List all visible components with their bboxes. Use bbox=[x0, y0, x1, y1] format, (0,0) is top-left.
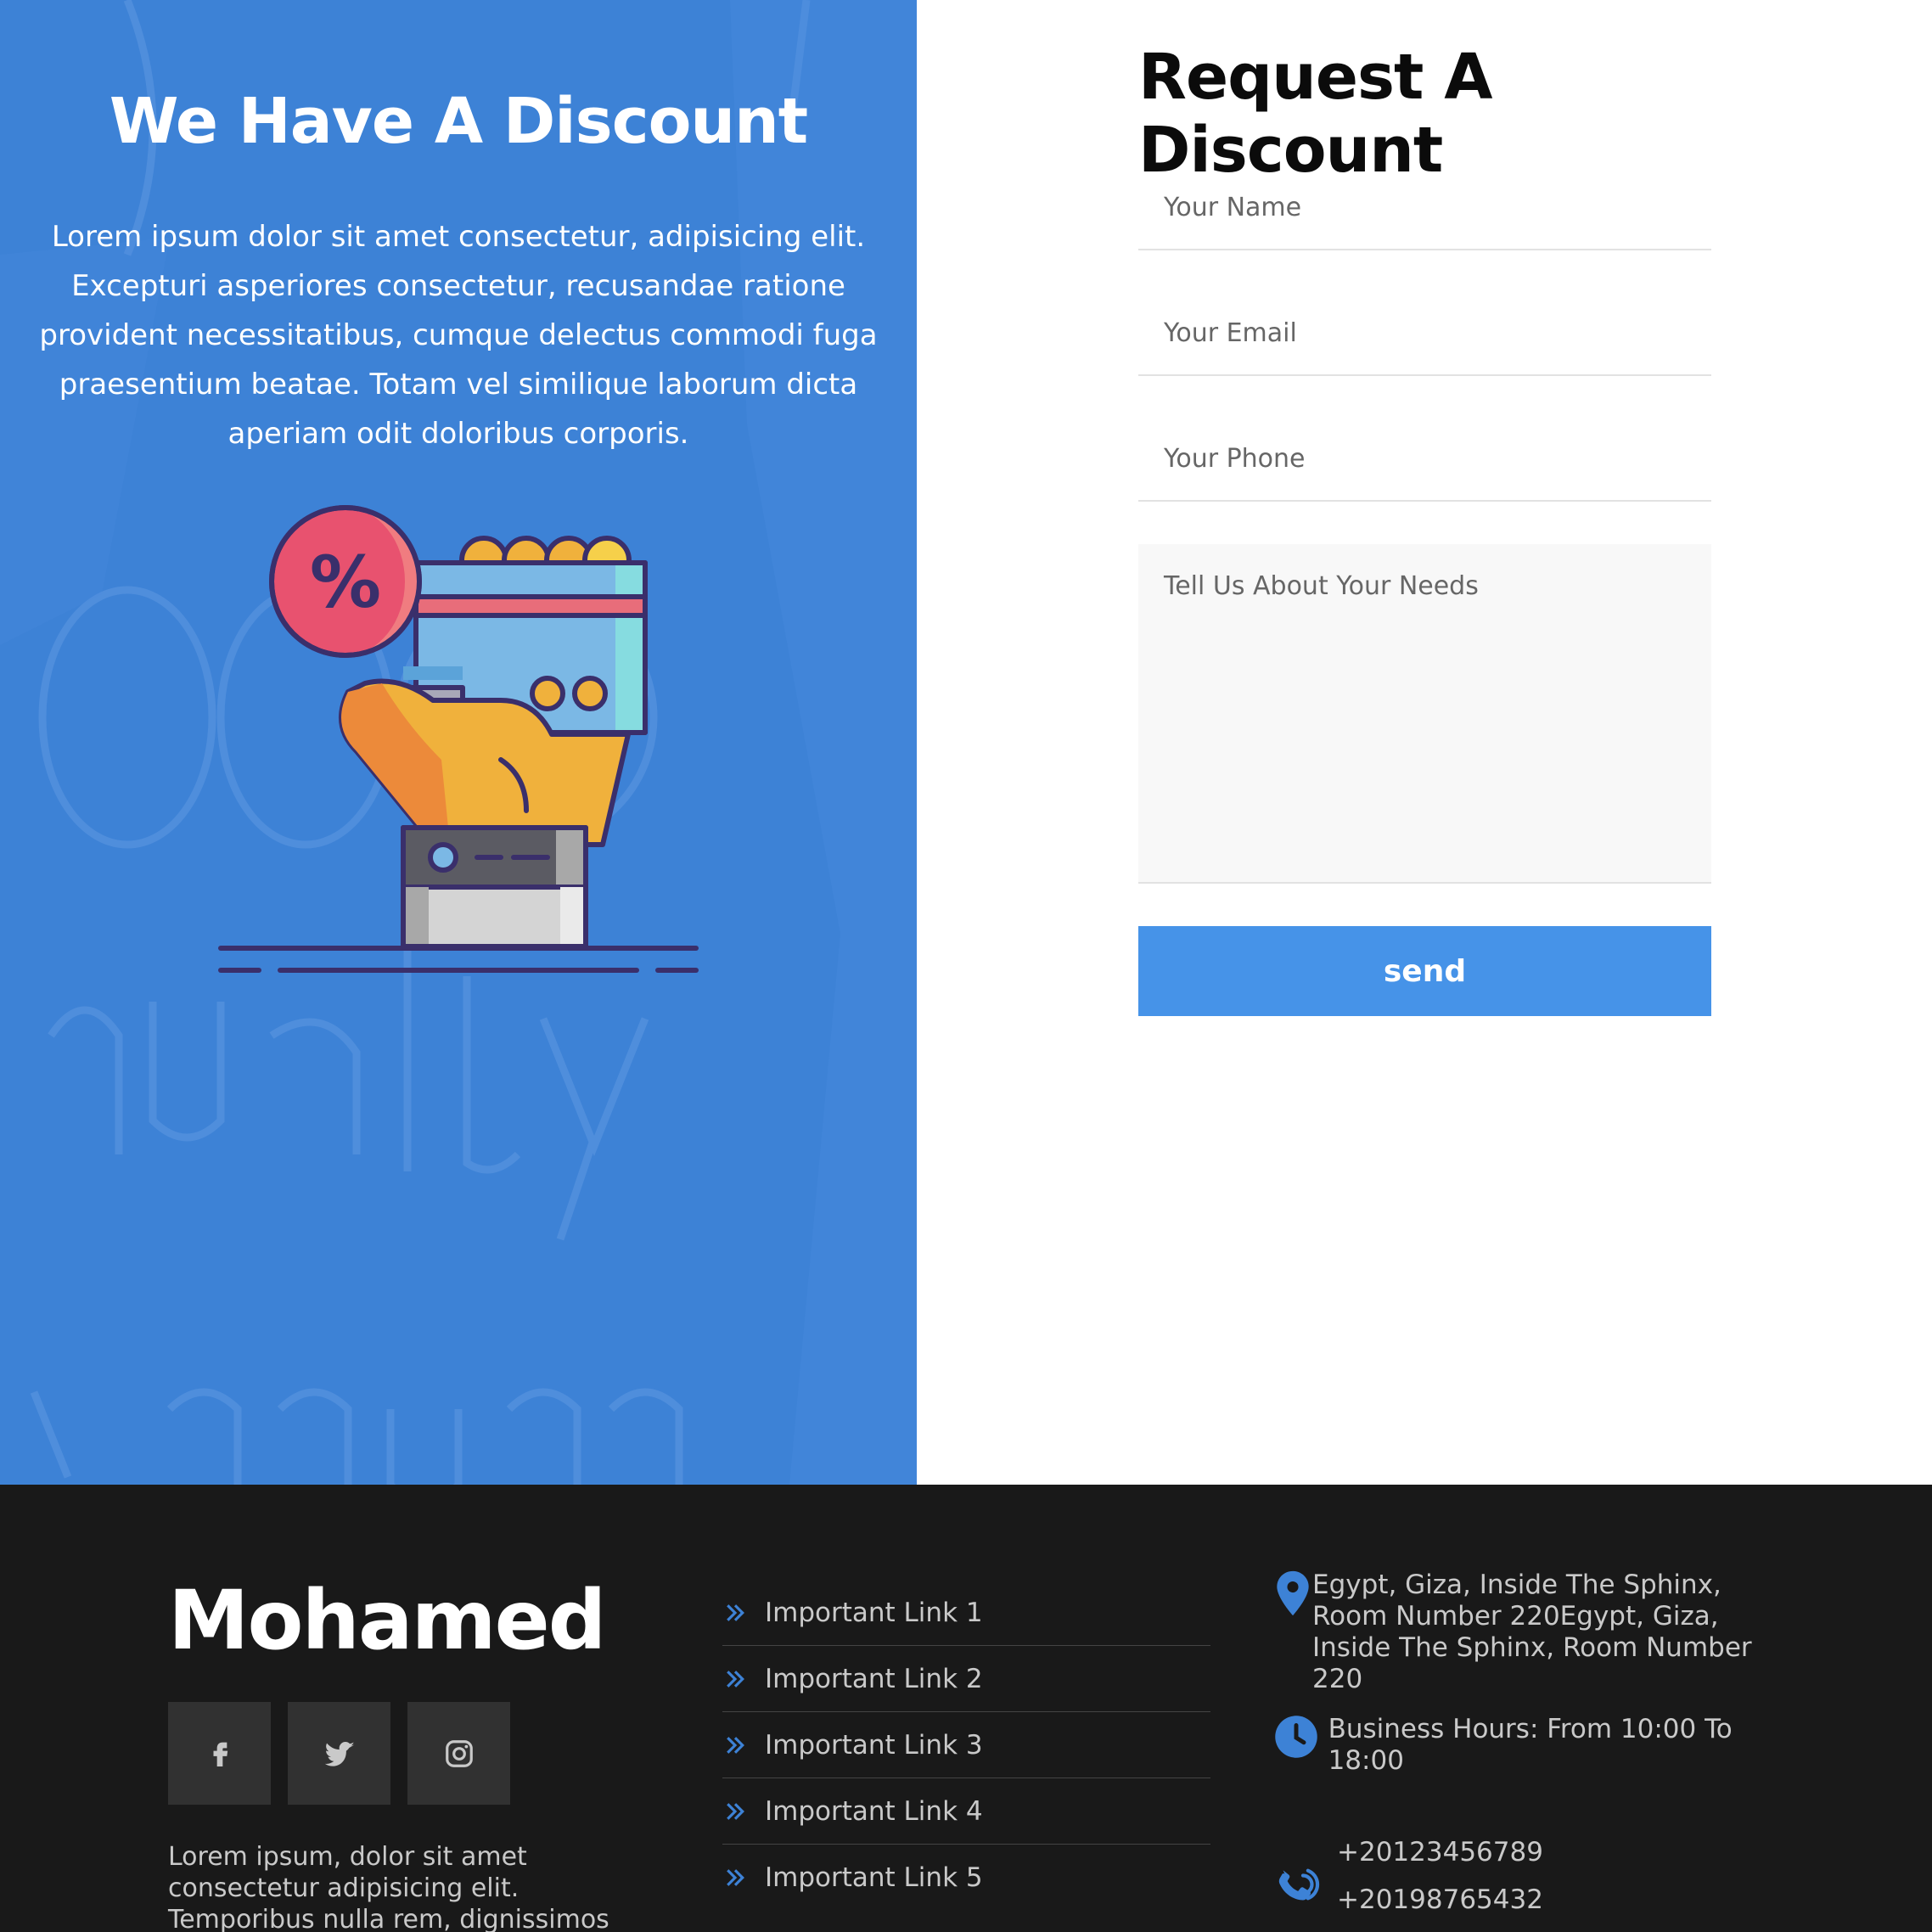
phone-numbers: +20123456789 +20198765432 bbox=[1337, 1828, 1543, 1924]
email-input[interactable] bbox=[1138, 291, 1711, 376]
important-link[interactable]: Important Link 4 bbox=[722, 1778, 1210, 1845]
double-chevron-right-icon bbox=[722, 1799, 765, 1824]
phone-volume-icon bbox=[1273, 1828, 1337, 1908]
double-chevron-right-icon bbox=[722, 1733, 765, 1758]
facebook-icon bbox=[213, 1742, 227, 1766]
name-input[interactable] bbox=[1138, 166, 1711, 250]
important-link-label: Important Link 5 bbox=[765, 1862, 983, 1893]
contact-hours: Business Hours: From 10:00 To 18:00 bbox=[1273, 1714, 1749, 1777]
important-link[interactable]: Important Link 3 bbox=[722, 1712, 1210, 1778]
important-link-label: Important Link 1 bbox=[765, 1597, 983, 1628]
promo-title: We Have A Discount bbox=[109, 85, 808, 158]
business-hours-text: Business Hours: From 10:00 To 18:00 bbox=[1328, 1714, 1733, 1776]
clock-icon bbox=[1273, 1714, 1328, 1760]
important-link-label: Important Link 4 bbox=[765, 1795, 983, 1827]
needs-textarea[interactable] bbox=[1138, 544, 1711, 884]
footer-brand: Mohamed bbox=[168, 1573, 606, 1668]
contact-phones: +20123456789 +20198765432 bbox=[1273, 1828, 1749, 1924]
instagram-button[interactable] bbox=[407, 1702, 510, 1805]
important-link[interactable]: Important Link 2 bbox=[722, 1646, 1210, 1712]
promo-panel: We Have A Discount Lorem ipsum dolor sit… bbox=[0, 0, 917, 1485]
phone-input[interactable] bbox=[1138, 417, 1711, 502]
send-button[interactable]: send bbox=[1138, 926, 1711, 1016]
instagram-icon bbox=[445, 1739, 473, 1767]
address-text: Egypt, Giza, Inside The Sphinx, Room Num… bbox=[1312, 1570, 1752, 1694]
double-chevron-right-icon bbox=[722, 1600, 765, 1626]
footer: Mohamed Lorem ipsum, dolor sit amet cons… bbox=[0, 1485, 1932, 1932]
important-link-label: Important Link 3 bbox=[765, 1729, 983, 1761]
phone-number[interactable]: +20198765432 bbox=[1337, 1876, 1543, 1924]
social-links bbox=[168, 1702, 510, 1805]
twitter-icon bbox=[324, 1741, 354, 1766]
important-links-list: Important Link 1 Important Link 2 Import… bbox=[722, 1580, 1210, 1911]
discount-section: We Have A Discount Lorem ipsum dolor sit… bbox=[0, 0, 1932, 1485]
double-chevron-right-icon bbox=[722, 1666, 765, 1692]
hand-holding-discount-card-icon: % bbox=[218, 505, 699, 973]
request-form-panel: Request A Discount send bbox=[917, 0, 1932, 1485]
facebook-button[interactable] bbox=[168, 1702, 271, 1805]
contact-address: Egypt, Giza, Inside The Sphinx, Room Num… bbox=[1273, 1570, 1800, 1695]
important-link-label: Important Link 2 bbox=[765, 1663, 983, 1694]
map-pin-icon bbox=[1273, 1570, 1312, 1617]
phone-number[interactable]: +20123456789 bbox=[1337, 1828, 1543, 1876]
important-link[interactable]: Important Link 1 bbox=[722, 1580, 1210, 1646]
double-chevron-right-icon bbox=[722, 1865, 765, 1890]
svg-text:%: % bbox=[310, 541, 381, 624]
footer-about-text: Lorem ipsum, dolor sit amet consectetur … bbox=[168, 1842, 609, 1932]
promo-description: Lorem ipsum dolor sit amet consectetur, … bbox=[39, 220, 878, 451]
important-link[interactable]: Important Link 5 bbox=[722, 1845, 1210, 1911]
twitter-button[interactable] bbox=[288, 1702, 390, 1805]
